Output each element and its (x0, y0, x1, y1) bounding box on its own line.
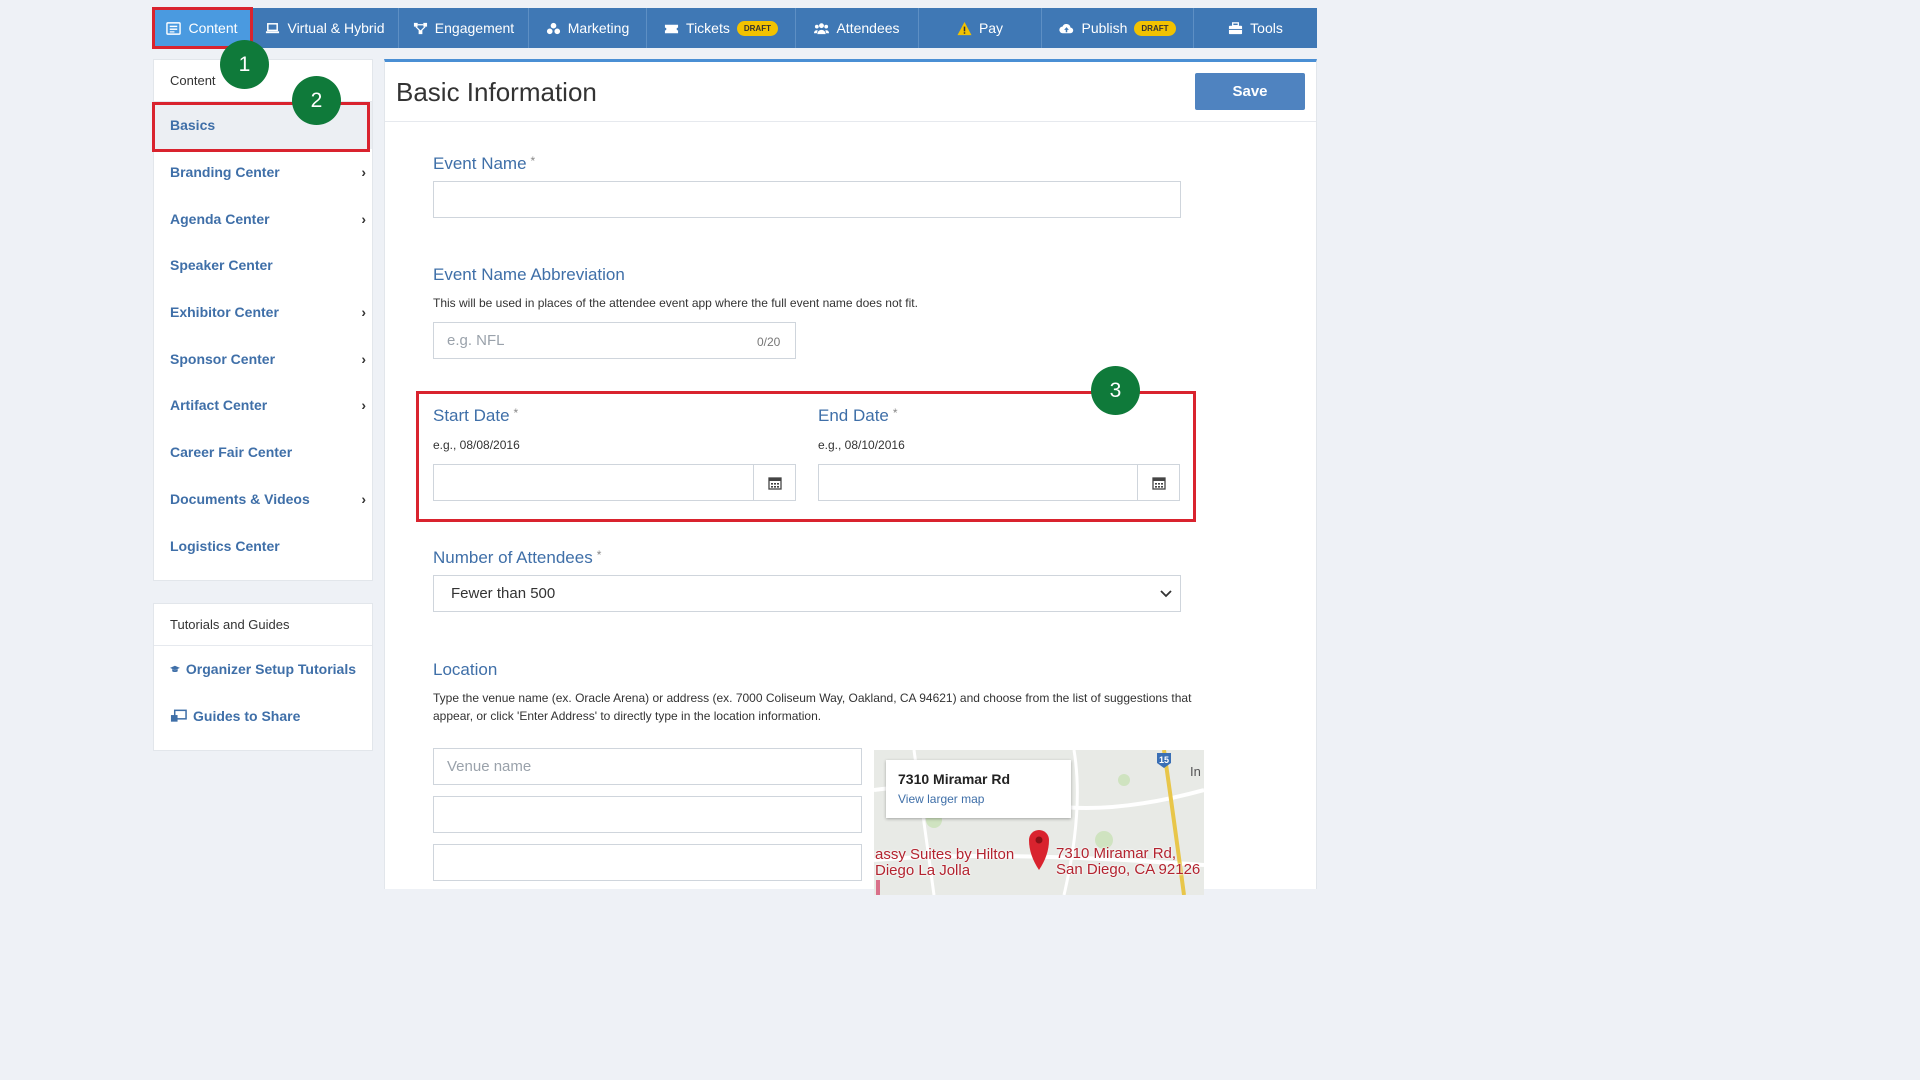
nav-label: Tools (1250, 20, 1283, 36)
annotation-badge-3: 3 (1091, 366, 1140, 415)
marketing-icon (546, 22, 560, 34)
sidebar-item-label: Logistics Center (170, 537, 280, 554)
nav-marketing[interactable]: Marketing (529, 8, 647, 48)
map-address-title: 7310 Miramar Rd (898, 771, 1011, 787)
sidebar-item-label: Documents & Videos (170, 490, 310, 507)
sidebar-item-branding-center[interactable]: Branding Center › (154, 149, 372, 196)
page-title: Basic Information (396, 77, 597, 107)
view-larger-map-link[interactable]: View larger map (898, 792, 1059, 806)
engagement-icon (413, 22, 427, 34)
address-input[interactable] (433, 796, 862, 833)
sidebar-item-documents-videos[interactable]: Documents & Videos › (154, 476, 372, 523)
nav-label: Engagement (434, 20, 515, 36)
map-pin-label: 7310 Miramar Rd, San Diego, CA 92126 (1056, 846, 1200, 878)
users-icon (814, 22, 830, 34)
sidebar-item-label: Career Fair Center (170, 444, 293, 461)
map-pin-line: San Diego, CA 92126 (1056, 861, 1201, 878)
sidebar-item-agenda-center[interactable]: Agenda Center › (154, 195, 372, 242)
nav-pay[interactable]: Pay (919, 8, 1042, 48)
guides-to-share-link[interactable]: Guides to Share (154, 693, 372, 740)
sidebar-item-label: Artifact Center (170, 397, 268, 414)
map-hotel-line: Diego La Jolla (875, 862, 971, 879)
sidebar-item-label: Speaker Center (170, 257, 273, 274)
required-mark: * (530, 154, 536, 168)
map-info-card: 7310 Miramar Rd View larger map (886, 760, 1071, 818)
nav-label: Marketing (567, 20, 630, 36)
sidebar-item-career-fair-center[interactable]: Career Fair Center (154, 429, 372, 476)
event-name-label: Event Name * (433, 154, 535, 174)
abbreviation-label: Event Name Abbreviation (433, 265, 625, 284)
sidebar-item-logistics-center[interactable]: Logistics Center (154, 522, 372, 569)
tutorials-header: Tutorials and Guides (154, 604, 372, 646)
sidebar-item-label: Branding Center (170, 164, 280, 181)
draft-badge: DRAFT (736, 20, 778, 36)
chevron-right-icon: › (361, 164, 366, 181)
sidebar-item-sponsor-center[interactable]: Sponsor Center › (154, 335, 372, 382)
warning-icon (957, 21, 972, 35)
map-edge-label: In (1190, 764, 1201, 779)
highway-shield-label: 15 (1159, 755, 1169, 765)
location-label: Location (433, 660, 498, 679)
attendees-select[interactable]: Fewer than 500 (433, 575, 1181, 612)
ticket-icon (664, 24, 679, 33)
share-screen-icon (170, 709, 187, 722)
chevron-down-icon (1160, 589, 1172, 597)
laptop-icon (266, 22, 280, 33)
sidebar-item-label: Sponsor Center (170, 350, 276, 367)
nav-tickets[interactable]: Tickets DRAFT (647, 8, 796, 48)
annotation-box-dates (416, 391, 1196, 522)
selected-value: Fewer than 500 (451, 585, 556, 602)
graduation-cap-icon (170, 665, 180, 673)
chevron-right-icon: › (361, 350, 366, 367)
sidebar-item-label: Exhibitor Center (170, 304, 279, 321)
annotation-badge-2: 2 (292, 76, 341, 125)
sidebar-item-artifact-center[interactable]: Artifact Center › (154, 382, 372, 429)
venue-name-input[interactable] (433, 748, 862, 785)
organizer-setup-tutorials-link[interactable]: Organizer Setup Tutorials (154, 646, 372, 693)
location-map[interactable]: 15 In 7310 Miramar Rd View larger map as… (874, 750, 1204, 895)
chevron-right-icon: › (361, 397, 366, 414)
chevron-right-icon: › (361, 490, 366, 507)
save-button[interactable]: Save (1195, 73, 1305, 110)
divider (385, 121, 1316, 122)
sidebar-item-speaker-center[interactable]: Speaker Center (154, 242, 372, 289)
tutorials-panel: Tutorials and Guides Organizer Setup Tut… (153, 603, 373, 751)
map-hotel-line: assy Suites by Hilton (875, 846, 1015, 863)
nav-engagement[interactable]: Engagement (399, 8, 529, 48)
chevron-right-icon: › (361, 304, 366, 321)
event-name-input[interactable] (433, 181, 1181, 218)
sidebar-item-label: Agenda Center (170, 210, 270, 227)
map-hotel-label: assy Suites by Hilton Diego La Jolla (875, 847, 1014, 879)
nav-attendees[interactable]: Attendees (796, 8, 919, 48)
nav-publish[interactable]: Publish DRAFT (1042, 8, 1194, 48)
tutorial-link-label: Organizer Setup Tutorials (185, 661, 356, 678)
nav-label: Publish (1081, 20, 1128, 36)
required-mark: * (596, 548, 602, 562)
nav-label: Tickets (686, 20, 730, 36)
nav-label: Pay (978, 20, 1004, 36)
abbreviation-help: This will be used in places of the atten… (433, 296, 918, 310)
character-counter: 0/20 (757, 335, 781, 349)
draft-badge: DRAFT (1134, 20, 1176, 36)
nav-label: Attendees (836, 20, 900, 36)
tutorial-link-label: Guides to Share (193, 707, 301, 724)
location-help: Type the venue name (ex. Oracle Arena) o… (433, 691, 1192, 723)
label-text: Number of Attendees (433, 548, 593, 567)
nav-label: Virtual & Hybrid (287, 20, 385, 36)
toolbox-icon (1229, 21, 1243, 34)
abbreviation-input[interactable] (433, 322, 796, 359)
sidebar-item-exhibitor-center[interactable]: Exhibitor Center › (154, 289, 372, 336)
top-navigation: Content Virtual & Hybrid Engagement Mark… (153, 8, 1317, 48)
map-pin-line: 7310 Miramar Rd, (1056, 845, 1177, 862)
attendees-label: Number of Attendees * (433, 548, 601, 568)
nav-tools[interactable]: Tools (1194, 8, 1317, 48)
annotation-badge-1: 1 (220, 40, 269, 89)
cloud-upload-icon (1059, 23, 1074, 33)
address-line-input[interactable] (433, 844, 862, 881)
chevron-right-icon: › (361, 210, 366, 227)
label-text: Event Name (433, 154, 527, 173)
nav-virtual-hybrid[interactable]: Virtual & Hybrid (252, 8, 399, 48)
